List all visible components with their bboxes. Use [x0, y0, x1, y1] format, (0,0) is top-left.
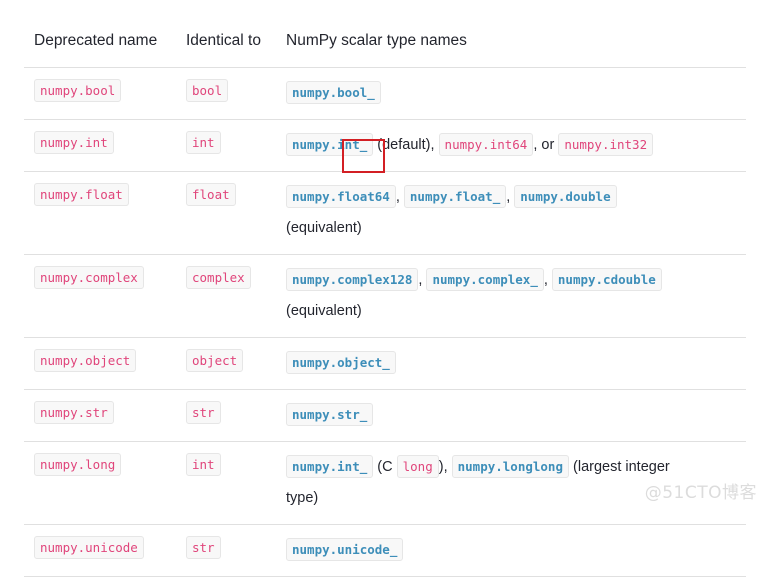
cell-deprecated-name: numpy.int [24, 119, 176, 172]
scalar-note-text: , or [533, 137, 559, 153]
cell-deprecated-name: numpy.complex [24, 254, 176, 338]
deprecated-name-code: numpy.bool [34, 79, 122, 102]
deprecated-name-code: numpy.float [34, 183, 129, 206]
cell-numpy-scalar-type-names: numpy.complex128, numpy.complex_, numpy.… [276, 254, 746, 338]
scalar-note-text: , [418, 272, 427, 288]
table-row: numpy.long int numpy.int_ (C long), numpy.… [24, 441, 746, 525]
column-header-identical-to: Identical to [186, 32, 261, 49]
scalar-note-text: (equivalent) [286, 303, 362, 319]
cell-identical-to: int [176, 441, 276, 525]
scalar-type-code: numpy.complex128 [286, 268, 419, 291]
scalar-alt-type-code: numpy.int32 [558, 133, 654, 156]
column-header-deprecated-name: Deprecated name [34, 32, 158, 49]
column-header-numpy-scalar-type-names: NumPy scalar type names [286, 32, 467, 49]
scalar-type-code: numpy.float_ [403, 185, 507, 208]
cell-identical-to: str [176, 389, 276, 442]
cell-identical-to: complex [176, 254, 276, 338]
cell-identical-to: str [176, 524, 276, 577]
cell-identical-to: bool [176, 67, 276, 120]
scalar-note-text: , [543, 272, 552, 288]
deprecated-name-code: numpy.long [34, 453, 122, 476]
scalar-note-text: type) [286, 490, 319, 506]
scalar-type-code: numpy.unicode_ [286, 538, 404, 561]
watermark-label: @51CTO博客 [644, 483, 757, 503]
table-header: Deprecated name Identical to NumPy scala… [24, 0, 746, 68]
deprecated-name-code: numpy.str [34, 401, 114, 424]
identical-to-code: bool [186, 79, 229, 102]
identical-to-code: int [186, 131, 221, 154]
scalar-type-code: numpy.str_ [286, 403, 374, 426]
scalar-type-code: numpy.int_ [286, 455, 374, 478]
identical-to-code: int [186, 453, 221, 476]
scalar-type-code: numpy.double [514, 185, 617, 208]
scalar-alt-type-code: numpy.int64 [438, 133, 534, 156]
cell-deprecated-name: numpy.str [24, 389, 176, 442]
scalar-type-code: numpy.float64 [286, 185, 396, 208]
identical-to-code: float [186, 183, 236, 206]
cell-numpy-scalar-type-names: numpy.object_ [276, 337, 746, 390]
deprecated-name-code: numpy.object [34, 349, 137, 372]
scalar-note-text: (equivalent) [286, 220, 362, 236]
cell-numpy-scalar-type-names: numpy.unicode_ [276, 524, 746, 577]
numpy-deprecated-types-table: Deprecated name Identical to NumPy scala… [24, 0, 746, 577]
scalar-note-text: (default), [373, 137, 439, 153]
cell-numpy-scalar-type-names: numpy.int_ (default), numpy.int64, or nu… [276, 119, 746, 172]
cell-deprecated-name: numpy.bool [24, 67, 176, 120]
scalar-type-code: numpy.bool_ [286, 81, 381, 104]
scalar-note-text: , [506, 189, 515, 205]
cell-numpy-scalar-type-names: numpy.float64, numpy.float_, numpy.doubl… [276, 171, 746, 255]
deprecated-name-code: numpy.complex [34, 266, 144, 289]
deprecated-types-table-container: Deprecated name Identical to NumPy scala… [24, 0, 746, 577]
table-row: numpy.bool bool numpy.bool_ [24, 67, 746, 120]
scalar-type-code: numpy.int_ [286, 133, 374, 156]
table-header-row: Deprecated name Identical to NumPy scala… [24, 0, 746, 68]
cell-deprecated-name: numpy.float [24, 171, 176, 255]
table-row: numpy.complex complex numpy.complex128, nu… [24, 254, 746, 338]
table-row: numpy.str str numpy.str_ [24, 389, 746, 442]
identical-to-code: complex [186, 266, 251, 289]
identical-to-code: str [186, 401, 221, 424]
scalar-type-code: numpy.complex_ [426, 268, 544, 291]
scalar-note-text: (largest integer [568, 459, 670, 475]
table-row: numpy.object object numpy.object_ [24, 337, 746, 390]
scalar-alt-type-code: long [396, 455, 439, 478]
cell-identical-to: float [176, 171, 276, 255]
identical-to-code: str [186, 536, 221, 559]
cell-deprecated-name: numpy.object [24, 337, 176, 390]
cell-numpy-scalar-type-names: numpy.str_ [276, 389, 746, 442]
cell-identical-to: int [176, 119, 276, 172]
table-body: numpy.bool bool numpy.bool_ numpy.int int num… [24, 67, 746, 577]
deprecated-name-code: numpy.int [34, 131, 114, 154]
table-row: numpy.float float numpy.float64, numpy.flo… [24, 171, 746, 255]
scalar-note-text: ), [438, 459, 452, 475]
scalar-note-text: (C [373, 459, 397, 475]
scalar-type-code: numpy.longlong [451, 455, 569, 478]
cell-identical-to: object [176, 337, 276, 390]
identical-to-code: object [186, 349, 244, 372]
scalar-type-code: numpy.object_ [286, 351, 396, 374]
scalar-note-text: , [395, 189, 404, 205]
scalar-type-code: numpy.cdouble [551, 268, 662, 291]
deprecated-name-code: numpy.unicode [34, 536, 144, 559]
cell-deprecated-name: numpy.unicode [24, 524, 176, 577]
cell-deprecated-name: numpy.long [24, 441, 176, 525]
table-row: numpy.int int numpy.int_ (default), numpy.… [24, 119, 746, 172]
cell-numpy-scalar-type-names: numpy.bool_ [276, 67, 746, 120]
table-row: numpy.unicode str numpy.unicode_ [24, 524, 746, 577]
